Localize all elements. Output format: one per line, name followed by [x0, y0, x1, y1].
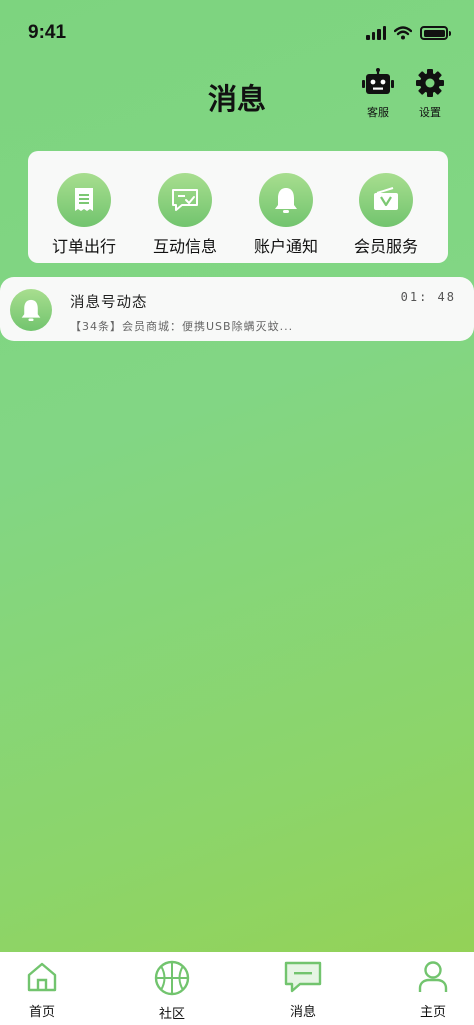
bell-icon: [10, 289, 52, 331]
customer-service-label: 客服: [367, 106, 389, 119]
robot-icon: [362, 68, 394, 94]
tab-community[interactable]: 社区: [132, 960, 212, 1022]
message-preview: 【34条】会员商城：便携USB除螨灭蚊...: [70, 320, 294, 333]
tab-label: 消息: [289, 1005, 316, 1020]
page-title: 消息: [207, 82, 266, 116]
cellular-signal-icon: [366, 26, 386, 40]
tab-label: 主页: [419, 1005, 446, 1020]
vip-bag-icon: [359, 173, 413, 227]
gear-icon: [416, 69, 444, 97]
category-label: 互动信息: [152, 237, 217, 256]
category-label: 订单出行: [51, 237, 116, 256]
tab-home[interactable]: 首页: [2, 960, 82, 1020]
user-icon: [418, 961, 448, 992]
tab-profile[interactable]: 主页: [393, 960, 473, 1020]
category-label: 账户通知: [253, 237, 318, 256]
tab-label: 首页: [28, 1005, 55, 1020]
settings-label: 设置: [419, 106, 441, 119]
basketball-icon: [154, 960, 190, 996]
customer-service-button[interactable]: 客服: [358, 68, 398, 120]
receipt-icon: [57, 173, 111, 227]
category-label: 会员服务: [353, 237, 418, 256]
chat-check-icon: [158, 173, 212, 227]
bell-icon: [259, 173, 313, 227]
wifi-icon: [394, 26, 412, 40]
message-icon: [284, 961, 322, 993]
category-card: 订单出行 互动信息 账户通知 会员服务: [28, 151, 448, 263]
tab-messages[interactable]: 消息: [263, 960, 343, 1020]
category-orders-travel[interactable]: 订单出行: [36, 173, 132, 257]
status-bar: 9:41: [0, 0, 474, 60]
message-title: 消息号动态: [70, 295, 148, 311]
header: 消息 客服 设置: [0, 60, 474, 130]
home-icon: [27, 962, 57, 992]
message-time: 01: 48: [400, 290, 456, 304]
settings-button[interactable]: 设置: [410, 68, 450, 120]
tab-label: 社区: [158, 1007, 185, 1022]
status-icons: [366, 26, 451, 40]
bottom-tab-bar: 首页 社区 消息 主页: [0, 952, 474, 1025]
category-account-notice[interactable]: 账户通知: [238, 173, 334, 257]
category-interactions[interactable]: 互动信息: [137, 173, 233, 257]
category-member-service[interactable]: 会员服务: [338, 173, 434, 257]
battery-icon: [420, 26, 451, 40]
status-time: 9:41: [28, 22, 67, 43]
message-list-item[interactable]: 消息号动态 01: 48 【34条】会员商城：便携USB除螨灭蚊...: [0, 277, 474, 341]
